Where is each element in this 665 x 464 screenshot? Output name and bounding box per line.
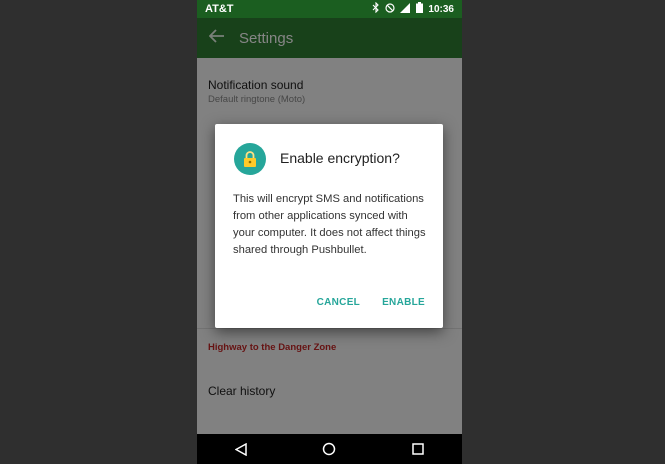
- nav-home-icon[interactable]: [314, 434, 344, 464]
- status-icons: 10:36: [372, 1, 454, 16]
- signal-icon: [400, 2, 411, 16]
- bluetooth-icon: [372, 1, 380, 16]
- status-bar: AT&T 10:36: [197, 0, 462, 18]
- dialog-title: Enable encryption?: [280, 150, 400, 166]
- nav-back-icon[interactable]: [226, 434, 256, 464]
- nav-recents-icon[interactable]: [403, 434, 433, 464]
- battery-icon: [416, 2, 424, 16]
- dialog-message: This will encrypt SMS and notifications …: [233, 193, 426, 256]
- enable-button[interactable]: ENABLE: [382, 297, 425, 308]
- do-not-disturb-icon: [385, 2, 396, 16]
- cancel-button[interactable]: CANCEL: [317, 297, 360, 308]
- encryption-dialog: Enable encryption? This will encrypt SMS…: [215, 124, 443, 328]
- carrier-label: AT&T: [205, 3, 234, 15]
- phone-screen: AT&T 10:36 Settings Notification sound D: [197, 0, 462, 464]
- lock-icon: [234, 143, 266, 175]
- clock-label: 10:36: [428, 3, 454, 15]
- dialog-actions: CANCEL ENABLE: [317, 297, 425, 308]
- navigation-bar: [197, 434, 462, 464]
